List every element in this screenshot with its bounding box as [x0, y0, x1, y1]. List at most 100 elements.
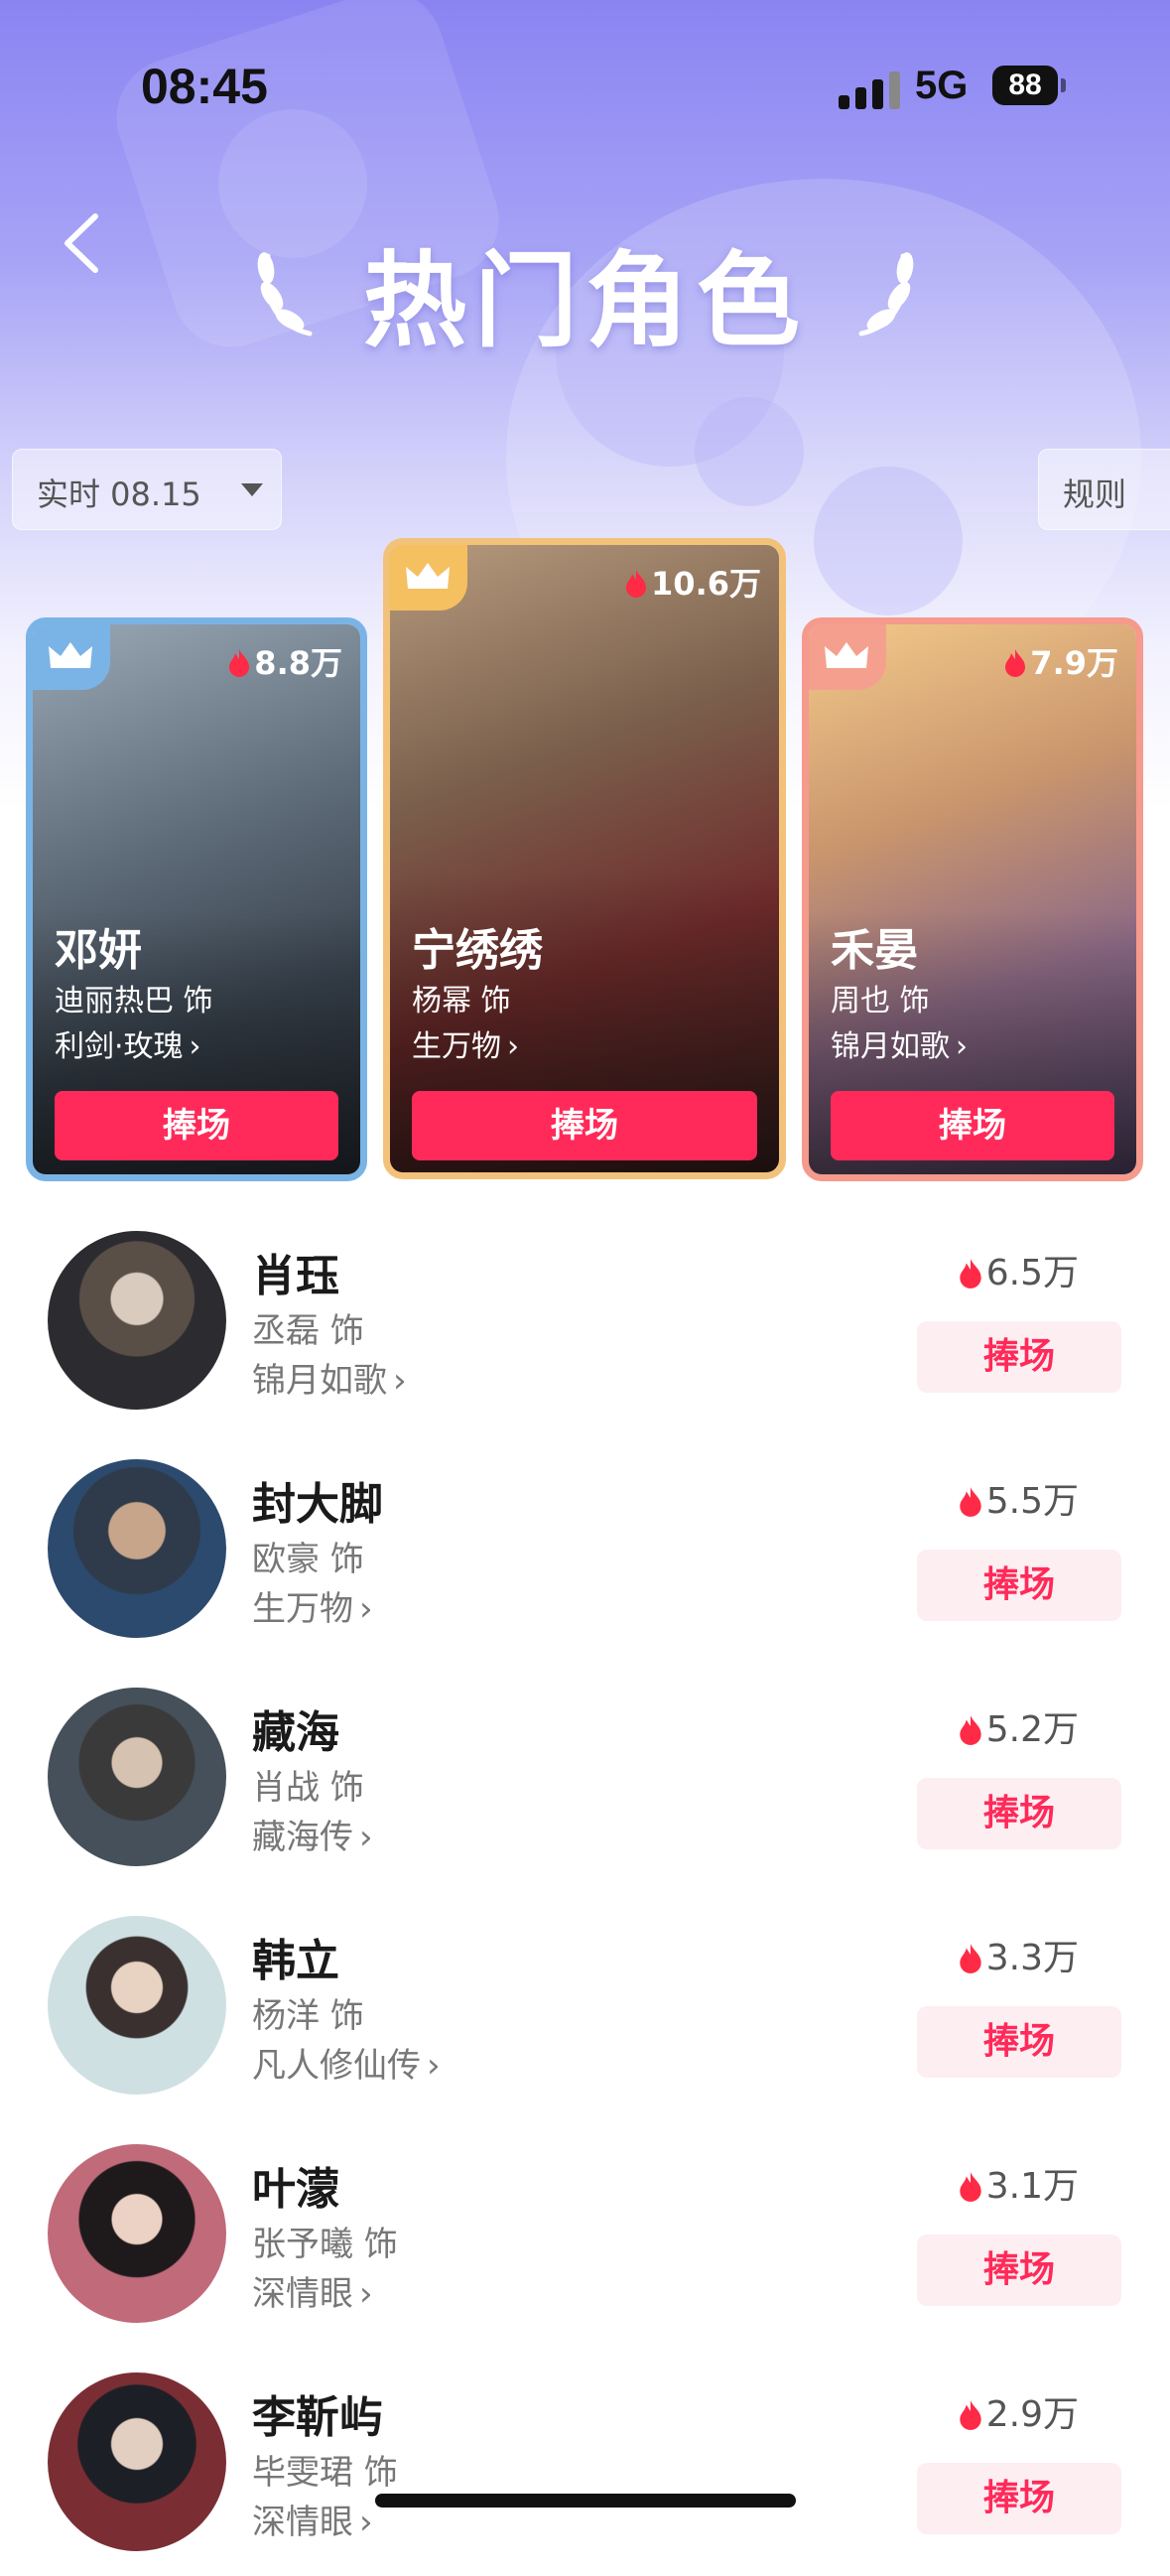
avatar [48, 1231, 226, 1410]
role-name: 宁绣绣 [412, 925, 543, 976]
avatar [48, 2144, 226, 2323]
role-name: 叶濛 [252, 2164, 339, 2215]
date-filter-label: 实时 08.15 [37, 475, 201, 513]
chevron-right-icon: › [359, 1818, 373, 1857]
top-card-rank-1[interactable]: 10.6万 宁绣绣 杨幂 饰 生万物 › 捧场 [383, 538, 786, 1179]
show-link[interactable]: 深情眼 › [252, 2266, 373, 2315]
cheer-button[interactable]: 捧场 [55, 1091, 338, 1160]
decor-shape [814, 467, 963, 615]
avatar [48, 2373, 226, 2551]
chevron-right-icon: › [359, 2274, 373, 2314]
heat-value: 5.2万 [985, 1709, 1079, 1750]
cheer-button[interactable]: 捧场 [917, 1321, 1121, 1393]
flame-icon [1004, 648, 1026, 686]
chevron-right-icon: › [189, 1029, 201, 1064]
actor-name: 周也 饰 [831, 984, 930, 1018]
show-link[interactable]: 深情眼 › [252, 2495, 373, 2543]
show-link[interactable]: 生万物 › [412, 1021, 519, 1065]
chevron-right-icon: › [359, 2503, 373, 2542]
network-label: 5G [915, 64, 969, 107]
cheer-button[interactable]: 捧场 [831, 1091, 1114, 1160]
role-name: 藏海 [252, 1707, 339, 1758]
rules-button[interactable]: 规则 [1038, 449, 1170, 530]
status-bar: 08:45 5G 88 [0, 0, 1170, 169]
rules-label: 规则 [1063, 475, 1127, 513]
heat-value: 2.9万 [985, 2394, 1079, 2435]
home-indicator[interactable] [375, 2494, 796, 2508]
decor-shape [695, 397, 804, 506]
heat-value: 7.9万 [1030, 644, 1118, 682]
flame-icon [959, 1714, 982, 1755]
crown-icon [49, 642, 92, 668]
list-item[interactable]: 李靳屿 毕雯珺 饰 深情眼 › 2.9万 捧场 [0, 2348, 1170, 2576]
crown-icon [825, 642, 868, 668]
chevron-right-icon: › [507, 1029, 519, 1064]
page-header: 热门角色 [248, 216, 923, 361]
cheer-button[interactable]: 捧场 [917, 1550, 1121, 1621]
role-name: 肖珏 [252, 1251, 339, 1301]
chevron-right-icon: › [359, 1589, 373, 1629]
show-link[interactable]: 利剑·玫瑰 › [55, 1021, 201, 1065]
show-link[interactable]: 生万物 › [252, 1581, 373, 1630]
heat-value: 8.8万 [254, 644, 342, 682]
date-filter-dropdown[interactable]: 实时 08.15 [12, 449, 282, 530]
list-item[interactable]: 叶濛 张予曦 饰 深情眼 › 3.1万 捧场 [0, 2119, 1170, 2348]
actor-name: 丞磊 饰 [252, 1311, 364, 1351]
actor-name: 杨幂 饰 [412, 984, 511, 1018]
role-name: 韩立 [252, 1936, 339, 1986]
flame-icon [228, 648, 250, 686]
crown-badge [33, 624, 110, 690]
crown-icon [406, 563, 450, 589]
page-title: 热门角色 [362, 240, 808, 361]
role-name: 封大脚 [252, 1479, 383, 1530]
laurel-icon [858, 252, 914, 337]
crown-badge [390, 545, 467, 610]
cheer-button[interactable]: 捧场 [917, 2006, 1121, 2078]
list-item[interactable]: 藏海 肖战 饰 藏海传 › 5.2万 捧场 [0, 1663, 1170, 1891]
cheer-button[interactable]: 捧场 [917, 1778, 1121, 1849]
heat-value: 10.6万 [651, 565, 761, 603]
top-card-rank-3[interactable]: 7.9万 禾晏 周也 饰 锦月如歌 › 捧场 [802, 617, 1143, 1181]
show-link[interactable]: 锦月如歌 › [831, 1021, 968, 1065]
battery-icon: 88 [992, 66, 1066, 105]
top-card-rank-2[interactable]: 8.8万 邓妍 迪丽热巴 饰 利剑·玫瑰 › 捧场 [26, 617, 367, 1181]
avatar [48, 1688, 226, 1866]
back-chevron-icon [65, 213, 98, 273]
crown-badge [809, 624, 886, 690]
list-item[interactable]: 韩立 杨洋 饰 凡人修仙传 › 3.3万 捧场 [0, 1891, 1170, 2119]
actor-name: 毕雯珺 饰 [252, 2453, 398, 2493]
cheer-button[interactable]: 捧场 [917, 2463, 1121, 2534]
cheer-button[interactable]: 捧场 [917, 2235, 1121, 2306]
chevron-right-icon: › [956, 1029, 968, 1064]
show-link[interactable]: 凡人修仙传 › [252, 2038, 441, 2087]
status-time: 08:45 [141, 59, 268, 114]
role-name: 禾晏 [831, 925, 918, 976]
show-link[interactable]: 锦月如歌 › [252, 1353, 407, 1402]
avatar [48, 1459, 226, 1638]
actor-name: 欧豪 饰 [252, 1540, 364, 1579]
role-name: 邓妍 [55, 925, 142, 976]
show-link[interactable]: 藏海传 › [252, 1810, 373, 1858]
heat-value: 6.5万 [985, 1253, 1079, 1293]
heat-value: 5.5万 [985, 1481, 1079, 1522]
caret-down-icon [241, 483, 263, 496]
list-item[interactable]: 封大脚 欧豪 饰 生万物 › 5.5万 捧场 [0, 1434, 1170, 1663]
heat-value: 3.1万 [985, 2166, 1079, 2207]
flame-icon [959, 1486, 982, 1527]
flame-icon [625, 569, 647, 607]
actor-name: 张予曦 饰 [252, 2225, 398, 2264]
back-button[interactable] [52, 208, 121, 278]
signal-icon [839, 69, 900, 109]
actor-name: 杨洋 饰 [252, 1996, 364, 2036]
heat-value: 3.3万 [985, 1938, 1079, 1978]
list-item[interactable]: 肖珏 丞磊 饰 锦月如歌 › 6.5万 捧场 [0, 1206, 1170, 1434]
cheer-button[interactable]: 捧场 [412, 1091, 757, 1160]
role-name: 李靳屿 [252, 2392, 383, 2443]
flame-icon [959, 1943, 982, 1983]
chevron-right-icon: › [393, 1361, 407, 1401]
actor-name: 肖战 饰 [252, 1768, 364, 1808]
actor-name: 迪丽热巴 饰 [55, 984, 213, 1018]
chevron-right-icon: › [427, 2046, 441, 2086]
flame-icon [959, 1258, 982, 1298]
avatar [48, 1916, 226, 2095]
